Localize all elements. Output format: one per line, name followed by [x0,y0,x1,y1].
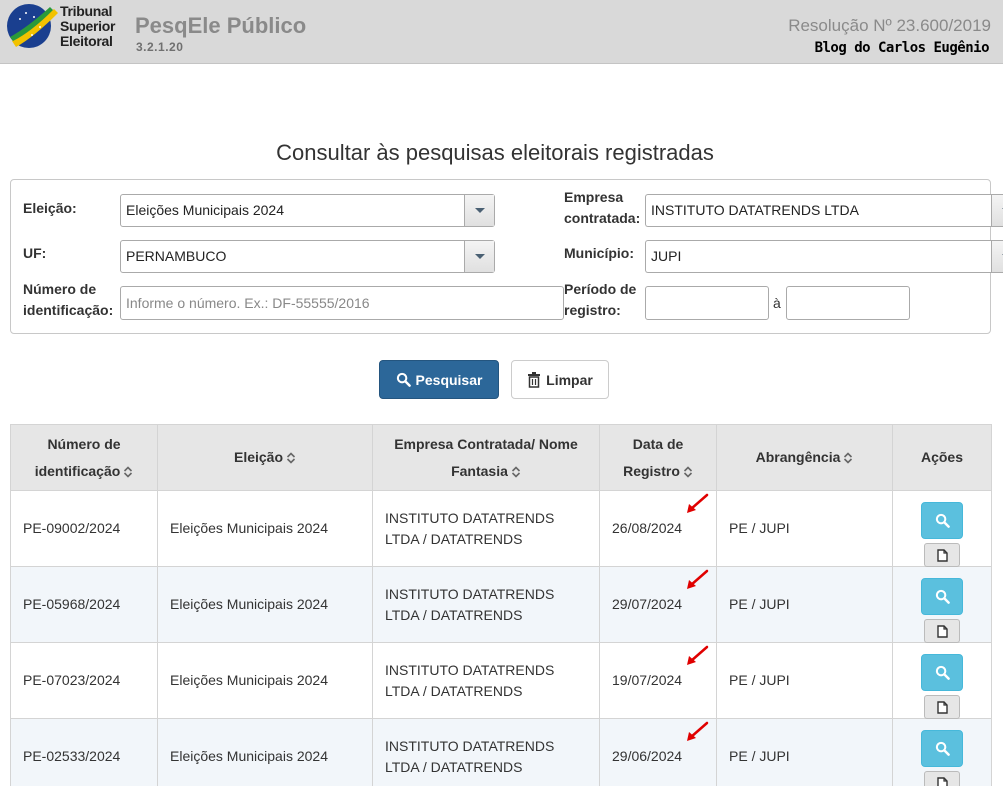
cell-acoes [892,642,992,719]
empresa-label: Empresa contratada: [564,189,641,226]
cell-data: 19/07/2024 [599,642,717,719]
chevron-down-icon[interactable] [464,195,494,226]
municipio-label: Município: [564,245,634,261]
column-header-eleicao[interactable]: Eleição [157,424,373,491]
document-icon [937,625,948,638]
column-header-data[interactable]: Data de Registro [599,424,717,491]
municipio-select[interactable]: JUPI [645,240,1003,273]
clear-button-label: Limpar [546,371,593,388]
periodo-start-input[interactable] [645,286,769,320]
search-icon [935,513,950,528]
empresa-select-value: INSTITUTO DATATRENDS LTDA [651,202,859,218]
search-icon [396,372,411,387]
table-row: PE-05968/2024 Eleições Municipais 2024 I… [10,566,992,643]
org-name: Tribunal Superior Eleitoral [60,3,116,49]
eleicao-select-value: Eleições Municipais 2024 [126,202,284,218]
clear-button[interactable]: Limpar [511,360,609,399]
cell-empresa: INSTITUTO DATATRENDS LTDA / DATATRENDS [372,566,600,643]
table-row: PE-02533/2024 Eleições Municipais 2024 I… [10,718,992,786]
numero-input[interactable] [120,286,564,320]
red-arrow-icon [687,721,709,741]
red-arrow-icon [687,493,709,513]
cell-acoes [892,566,992,643]
eleicao-select[interactable]: Eleições Municipais 2024 [120,194,495,227]
cell-eleicao: Eleições Municipais 2024 [157,642,373,719]
document-icon [937,777,948,786]
cell-acoes [892,490,992,567]
view-button[interactable] [921,654,963,691]
app-title: PesqEle Público [135,13,307,38]
cell-empresa: INSTITUTO DATATRENDS LTDA / DATATRENDS [372,642,600,719]
sort-icon [683,466,692,478]
uf-select[interactable]: PERNAMBUCO [120,240,495,273]
red-arrow-icon [687,645,709,665]
pdf-button[interactable] [924,771,960,786]
cell-empresa: INSTITUTO DATATRENDS LTDA / DATATRENDS [372,718,600,786]
chevron-down-icon[interactable] [991,241,1003,272]
cell-abrangencia: PE / JUPI [716,490,893,567]
pdf-button[interactable] [924,619,960,643]
sort-icon [844,452,853,464]
results-table: Número de identificação Eleição Empresa … [10,424,992,786]
cell-abrangencia: PE / JUPI [716,566,893,643]
table-row: PE-07023/2024 Eleições Municipais 2024 I… [10,642,992,719]
app-header: Tribunal Superior Eleitoral PesqEle Públ… [0,0,1003,64]
periodo-end-input[interactable] [786,286,910,320]
cell-eleicao: Eleições Municipais 2024 [157,718,373,786]
cell-abrangencia: PE / JUPI [716,642,893,719]
search-button[interactable]: Pesquisar [379,360,499,399]
blog-watermark: Blog do Carlos Eugênio [814,40,990,56]
table-header-row: Número de identificação Eleição Empresa … [10,424,992,491]
cell-numero: PE-05968/2024 [10,566,158,643]
view-button[interactable] [921,502,963,539]
chevron-down-icon[interactable] [991,195,1003,226]
column-header-numero[interactable]: Número de identificação [10,424,158,491]
cell-data: 29/07/2024 [599,566,717,643]
column-header-empresa[interactable]: Empresa Contratada/ Nome Fantasia [372,424,600,491]
numero-label: Número de identificação: [23,281,114,318]
red-arrow-icon [687,569,709,589]
search-icon [935,589,950,604]
document-icon [937,549,948,562]
cell-eleicao: Eleições Municipais 2024 [157,490,373,567]
sort-icon [511,466,520,478]
sort-icon [124,466,133,478]
periodo-separator: à [773,295,781,311]
column-header-acoes: Ações [892,424,992,491]
document-icon [937,701,948,714]
eleicao-label: Eleição: [23,200,77,216]
cell-data: 26/08/2024 [599,490,717,567]
chevron-down-icon[interactable] [464,241,494,272]
empresa-select[interactable]: INSTITUTO DATATRENDS LTDA [645,194,1003,227]
table-row: PE-09002/2024 Eleições Municipais 2024 I… [10,490,992,567]
cell-empresa: INSTITUTO DATATRENDS LTDA / DATATRENDS [372,490,600,567]
cell-eleicao: Eleições Municipais 2024 [157,566,373,643]
app-version: 3.2.1.20 [136,40,184,54]
view-button[interactable] [921,730,963,767]
column-header-abrangencia[interactable]: Abrangência [716,424,893,491]
cell-numero: PE-09002/2024 [10,490,158,567]
cell-acoes [892,718,992,786]
uf-select-value: PERNAMBUCO [126,248,227,264]
uf-label: UF: [23,245,47,261]
cell-numero: PE-02533/2024 [10,718,158,786]
cell-data: 29/06/2024 [599,718,717,786]
view-button[interactable] [921,578,963,615]
cell-numero: PE-07023/2024 [10,642,158,719]
tse-logo-icon [7,4,58,48]
search-button-label: Pesquisar [415,371,483,388]
pdf-button[interactable] [924,695,960,719]
pdf-button[interactable] [924,543,960,567]
sort-icon [286,452,296,464]
cell-abrangencia: PE / JUPI [716,718,893,786]
municipio-select-value: JUPI [651,248,682,264]
page-title: Consultar às pesquisas eleitorais regist… [276,140,714,165]
resolution-text: Resolução Nº 23.600/2019 [788,16,991,35]
trash-icon [528,371,541,388]
search-icon [935,741,950,756]
search-icon [935,665,950,680]
periodo-label: Período de registro: [564,281,637,318]
